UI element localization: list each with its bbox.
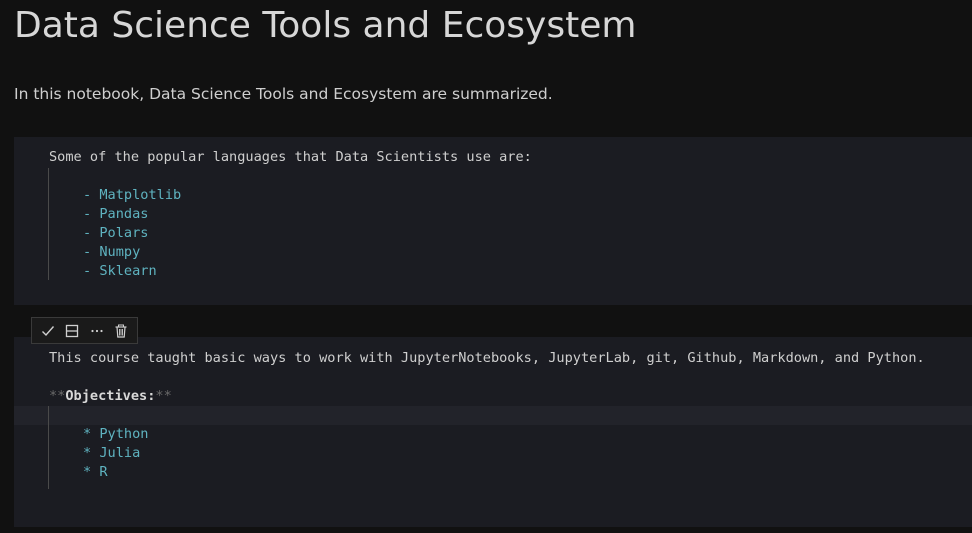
bold-marker: **: [49, 388, 66, 404]
bold-marker: **: [155, 388, 172, 404]
list-item: * R: [83, 464, 108, 480]
cell-toolbar: [31, 317, 138, 344]
current-line-highlight: [14, 406, 972, 425]
notebook-title: Data Science Tools and Ecosystem: [14, 5, 637, 46]
list-item: * Python: [83, 426, 149, 442]
list-item: - Matplotlib: [83, 187, 182, 203]
indent-guide: [48, 168, 49, 280]
cell-text-line: Some of the popular languages that Data …: [49, 149, 532, 165]
more-icon: [91, 329, 103, 332]
markdown-cell-languages[interactable]: Some of the popular languages that Data …: [14, 137, 972, 305]
list-item: * Julia: [83, 445, 141, 461]
list-item: - Polars: [83, 225, 149, 241]
indent-guide: [48, 406, 49, 489]
objectives-line: **Objectives:**: [49, 387, 172, 406]
check-icon: [42, 325, 55, 336]
trash-icon: [115, 324, 127, 338]
list-item: - Pandas: [83, 206, 149, 222]
split-icon: [66, 324, 79, 337]
markdown-cell-objectives[interactable]: This course taught basic ways to work wi…: [14, 337, 972, 527]
objectives-label: Objectives:: [65, 388, 156, 404]
cell-text-line: This course taught basic ways to work wi…: [49, 350, 925, 366]
intro-paragraph: In this notebook, Data Science Tools and…: [14, 85, 553, 103]
delete-cell-button[interactable]: [110, 320, 132, 342]
list-item: - Sklearn: [83, 263, 157, 279]
split-cell-button[interactable]: [61, 320, 83, 342]
render-cell-button[interactable]: [37, 320, 59, 342]
more-actions-button[interactable]: [86, 320, 108, 342]
list-item: - Numpy: [83, 244, 141, 260]
